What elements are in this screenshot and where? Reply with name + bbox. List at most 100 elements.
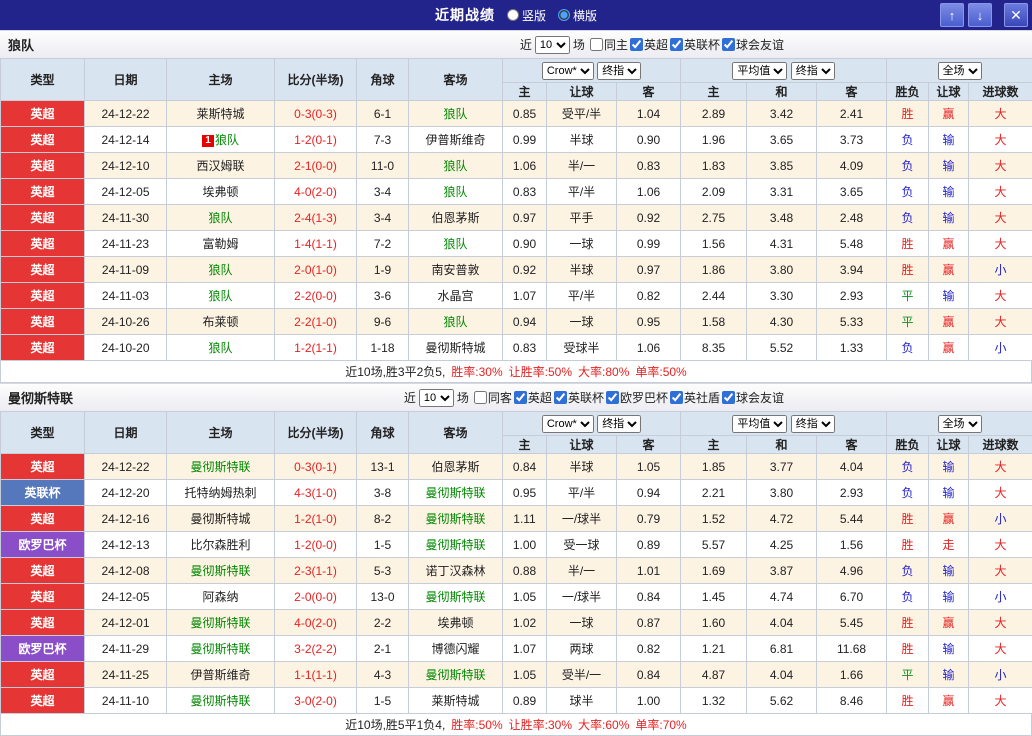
odds-away: 0.90	[617, 127, 681, 153]
checkbox-input[interactable]	[722, 391, 735, 404]
odds-away: 0.97	[617, 257, 681, 283]
checkbox-input[interactable]	[554, 391, 567, 404]
avg-home: 2.09	[681, 179, 747, 205]
league-badge: 英超	[1, 257, 85, 283]
col-header-goals: 进球数	[969, 83, 1032, 101]
avg-draw: 4.25	[747, 532, 817, 558]
layout-radio-vertical[interactable]: 竖版	[507, 7, 546, 24]
average-final-select[interactable]: 终指	[791, 62, 835, 80]
filter-checkbox-球会友谊[interactable]: 球会友谊	[722, 36, 784, 53]
score: 0-3(0-3)	[275, 101, 357, 127]
result-handicap: 输	[929, 584, 969, 610]
avg-away: 5.44	[817, 506, 887, 532]
filter-checkbox-英超[interactable]: 英超	[630, 36, 668, 53]
avg-draw: 6.81	[747, 636, 817, 662]
odds-final-select[interactable]: 终指	[597, 62, 641, 80]
result-wdl: 胜	[887, 688, 929, 714]
result-goals: 大	[969, 558, 1032, 584]
odds-away: 0.92	[617, 205, 681, 231]
handicap-line: 半/一	[547, 558, 617, 584]
filter-checkbox-欧罗巴杯[interactable]: 欧罗巴杯	[606, 389, 668, 406]
home-team: 西汉姆联	[167, 153, 275, 179]
full-match-select[interactable]: 全场	[938, 415, 982, 433]
league-badge: 英超	[1, 506, 85, 532]
odds-source-select[interactable]: Crow*	[542, 62, 594, 80]
average-select[interactable]: 平均值	[732, 62, 787, 80]
checkbox-input[interactable]	[606, 391, 619, 404]
odds-away: 1.00	[617, 688, 681, 714]
result-goals: 大	[969, 127, 1032, 153]
odds-source-select[interactable]: Crow*	[542, 415, 594, 433]
odds-final-select[interactable]: 终指	[597, 415, 641, 433]
avg-home: 1.45	[681, 584, 747, 610]
result-wdl: 胜	[887, 636, 929, 662]
handicap-line: 球半	[547, 688, 617, 714]
checkbox-input[interactable]	[474, 391, 487, 404]
home-team: 1狼队	[167, 127, 275, 153]
filter-checkbox-英联杯[interactable]: 英联杯	[670, 36, 720, 53]
avg-home: 1.69	[681, 558, 747, 584]
result-handicap: 赢	[929, 309, 969, 335]
filter-checkbox-英超[interactable]: 英超	[514, 389, 552, 406]
avg-draw: 4.04	[747, 662, 817, 688]
full-match-select[interactable]: 全场	[938, 62, 982, 80]
score: 1-2(1-0)	[275, 506, 357, 532]
home-team: 狼队	[167, 335, 275, 361]
checkbox-input[interactable]	[590, 38, 603, 51]
match-date: 24-11-25	[85, 662, 167, 688]
result-wdl: 平	[887, 283, 929, 309]
filter-checkbox-球会友谊[interactable]: 球会友谊	[722, 389, 784, 406]
filter-checkbox-同客[interactable]: 同客	[474, 389, 512, 406]
checkbox-input[interactable]	[514, 391, 527, 404]
checkbox-input[interactable]	[630, 38, 643, 51]
away-team: 曼彻斯特联	[409, 662, 503, 688]
filter-checkbox-同主[interactable]: 同主	[590, 36, 628, 53]
results-table: 类型 日期 主场 比分(半场) 角球 客场 Crow* 终指 平均值 终指 全场	[0, 58, 1032, 361]
avg-home: 2.44	[681, 283, 747, 309]
match-row: 英超24-12-01曼彻斯特联4-0(2-0)2-2埃弗顿1.02一球0.871…	[1, 610, 1032, 636]
away-team: 曼彻斯特联	[409, 506, 503, 532]
avg-home: 1.85	[681, 454, 747, 480]
handicap-line: 半/一	[547, 153, 617, 179]
odds-away: 1.01	[617, 558, 681, 584]
away-team: 狼队	[409, 101, 503, 127]
col-header-date: 日期	[85, 412, 167, 454]
average-final-select[interactable]: 终指	[791, 415, 835, 433]
close-icon[interactable]: ✕	[1004, 3, 1028, 27]
checkbox-input[interactable]	[670, 391, 683, 404]
home-team-name: 布莱顿	[202, 315, 238, 329]
match-date: 24-12-13	[85, 532, 167, 558]
match-count-select[interactable]: 10	[535, 36, 570, 54]
home-team-name: 曼彻斯特联	[190, 564, 250, 578]
away-team-name: 曼彻斯特联	[425, 512, 485, 526]
filter-checkbox-英联杯[interactable]: 英联杯	[554, 389, 604, 406]
radio-horizontal-input[interactable]	[558, 9, 570, 21]
handicap-line: 一球	[547, 610, 617, 636]
match-row: 英超24-11-30狼队2-4(1-3)3-4伯恩茅斯0.97平手0.922.7…	[1, 205, 1032, 231]
scroll-down-icon[interactable]: ↓	[968, 3, 992, 27]
avg-home: 1.86	[681, 257, 747, 283]
filter-checkbox-英社盾[interactable]: 英社盾	[670, 389, 720, 406]
average-select[interactable]: 平均值	[732, 415, 787, 433]
scroll-up-icon[interactable]: ↑	[940, 3, 964, 27]
col-header-wdl: 胜负	[887, 83, 929, 101]
result-handicap: 赢	[929, 101, 969, 127]
handicap-line: 一/球半	[547, 506, 617, 532]
checkbox-input[interactable]	[722, 38, 735, 51]
radio-vertical-input[interactable]	[507, 9, 519, 21]
checkbox-input[interactable]	[670, 38, 683, 51]
average-header-cell: 平均值 终指	[681, 59, 887, 83]
result-wdl: 负	[887, 454, 929, 480]
away-team-name: 伯恩茅斯	[431, 211, 479, 225]
avg-draw: 4.04	[747, 610, 817, 636]
results-table: 类型 日期 主场 比分(半场) 角球 客场 Crow* 终指 平均值 终指 全场	[0, 411, 1032, 714]
avg-away: 8.46	[817, 688, 887, 714]
home-team: 狼队	[167, 205, 275, 231]
league-badge: 英超	[1, 335, 85, 361]
match-count-select[interactable]: 10	[419, 389, 454, 407]
filter-bar: 曼彻斯特联 近 10 场 同客英超英联杯欧罗巴杯英社盾球会友谊	[0, 383, 1032, 411]
col-header-wdl: 胜负	[887, 436, 929, 454]
home-team-name: 比尔森胜利	[190, 538, 250, 552]
layout-radio-horizontal[interactable]: 横版	[558, 7, 597, 24]
col-header-handicap-result: 让球	[929, 436, 969, 454]
